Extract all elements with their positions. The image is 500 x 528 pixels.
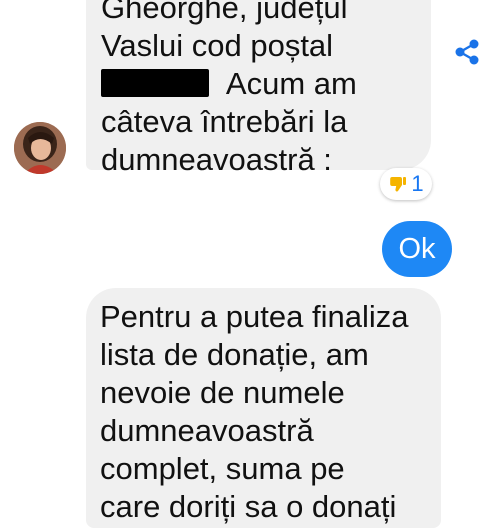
message-line: Vaslui cod poștal — [101, 28, 334, 63]
reaction-badge[interactable]: 1 — [380, 168, 432, 200]
message-line: nevoie de numele — [100, 375, 345, 410]
message-line: Gheorghe, județul — [101, 0, 348, 25]
message-line: Pentru a putea finaliza — [100, 299, 409, 334]
outgoing-message-bubble[interactable]: Ok — [382, 221, 452, 277]
message-line: câteva întrebări la — [101, 104, 348, 139]
message-text: Acum am — [219, 66, 357, 101]
message-line: lista de donație, am — [100, 337, 369, 372]
message-line: complet, suma pe — [100, 451, 345, 486]
incoming-message-bubble[interactable]: Gheorghe, județul Vaslui cod poștal Acum… — [86, 0, 431, 177]
profile-avatar — [14, 122, 66, 174]
avatar[interactable] — [14, 122, 66, 174]
message-line: dumneavoastră : — [101, 142, 332, 177]
thumbs-down-icon — [390, 177, 407, 192]
incoming-message-bubble[interactable]: Pentru a putea finaliza lista de donație… — [86, 288, 441, 528]
message-text: Ok — [398, 232, 436, 265]
reaction-count: 1 — [411, 171, 424, 196]
message-line-with-redaction: Acum am — [101, 65, 413, 103]
redaction-bar — [101, 69, 209, 97]
message-line: dumneavoastră — [100, 413, 314, 448]
message-line: care doriți sa o donați — [100, 489, 397, 524]
share-icon[interactable] — [452, 37, 482, 67]
